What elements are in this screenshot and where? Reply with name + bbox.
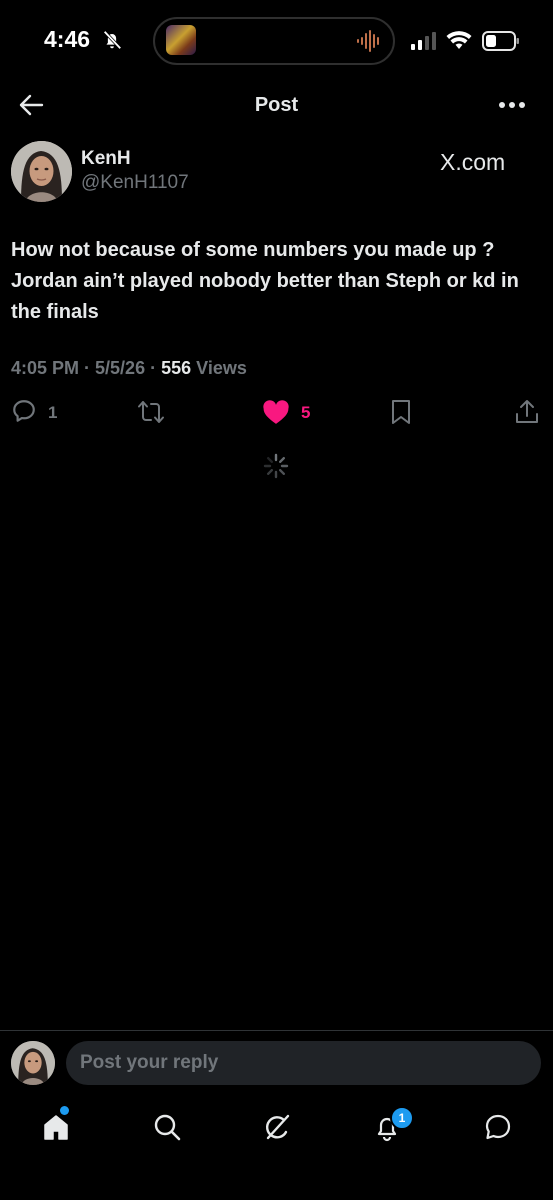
bell-slash-icon	[103, 30, 122, 50]
author-avatar[interactable]	[11, 141, 72, 202]
cellular-signal-icon	[411, 32, 436, 50]
status-time: 4:46	[44, 26, 91, 52]
views-count[interactable]: 556	[161, 358, 191, 378]
messages-icon[interactable]	[483, 1112, 513, 1142]
reply-action[interactable]: 1	[11, 398, 71, 426]
audio-waveform-icon	[357, 30, 379, 52]
post-meta: 4:05 PM · 5/5/26 · 556 Views	[11, 358, 247, 379]
bookmark-icon[interactable]	[389, 398, 413, 426]
wifi-icon	[446, 31, 472, 49]
now-playing-artwork	[166, 25, 196, 55]
grok-icon[interactable]	[262, 1112, 292, 1142]
reply-count: 1	[48, 403, 58, 422]
views-label[interactable]: Views	[196, 358, 247, 378]
post-time: 4:05 PM	[11, 358, 80, 378]
home-new-dot	[60, 1106, 69, 1115]
share-icon[interactable]	[514, 398, 540, 426]
like-count: 5	[301, 403, 311, 422]
battery-icon	[482, 31, 519, 51]
user-avatar[interactable]	[11, 1041, 55, 1085]
meta-separator: ·	[145, 358, 162, 378]
home-icon[interactable]	[41, 1112, 71, 1142]
meta-separator: ·	[79, 358, 96, 378]
author-handle[interactable]: @KenH1107	[81, 172, 189, 194]
reply-divider	[0, 1030, 553, 1031]
search-icon[interactable]	[152, 1112, 182, 1142]
more-icon[interactable]	[498, 101, 526, 109]
repost-icon[interactable]	[136, 398, 166, 426]
loading-spinner-icon	[263, 453, 289, 479]
heart-icon	[263, 400, 289, 424]
like-action[interactable]: 5	[261, 398, 321, 426]
post-date: 5/5/26	[95, 358, 146, 378]
notifications-badge: 1	[390, 1106, 414, 1130]
author-name[interactable]: KenH	[81, 148, 131, 170]
reply-input[interactable]	[66, 1041, 541, 1085]
page-title: Post	[254, 94, 299, 116]
reply-icon	[13, 400, 35, 422]
post-text: How not because of some numbers you made…	[11, 239, 519, 323]
source-watermark: X.com	[440, 149, 506, 175]
